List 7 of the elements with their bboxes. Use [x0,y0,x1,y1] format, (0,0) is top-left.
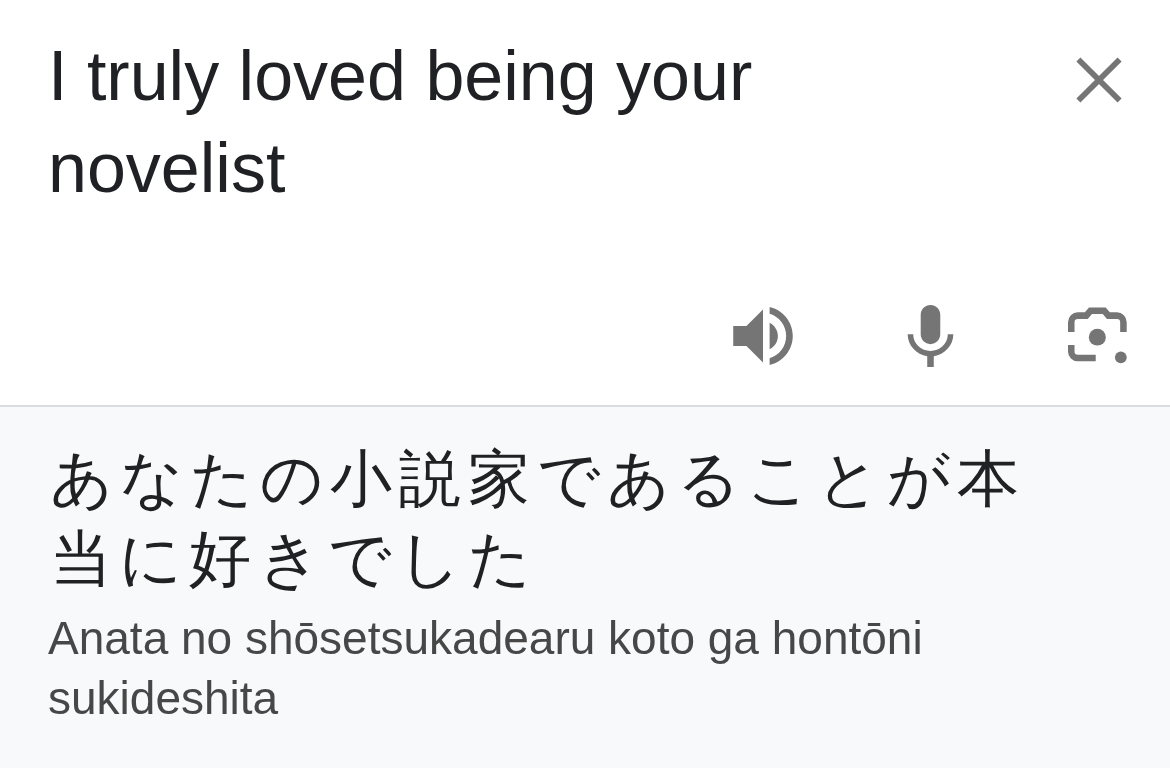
source-text: I truly loved being your novelist [48,36,754,209]
speaker-icon[interactable] [733,307,793,365]
translated-text: あなたの小説家であることが本当に好きでした [50,441,1027,597]
microphone-icon[interactable] [907,305,954,367]
camera-icon[interactable] [1068,307,1128,365]
romanization-text: Anata no shōsetsukadearu koto ga hontōni sukideshita [48,611,924,726]
close-icon[interactable] [1076,57,1122,103]
